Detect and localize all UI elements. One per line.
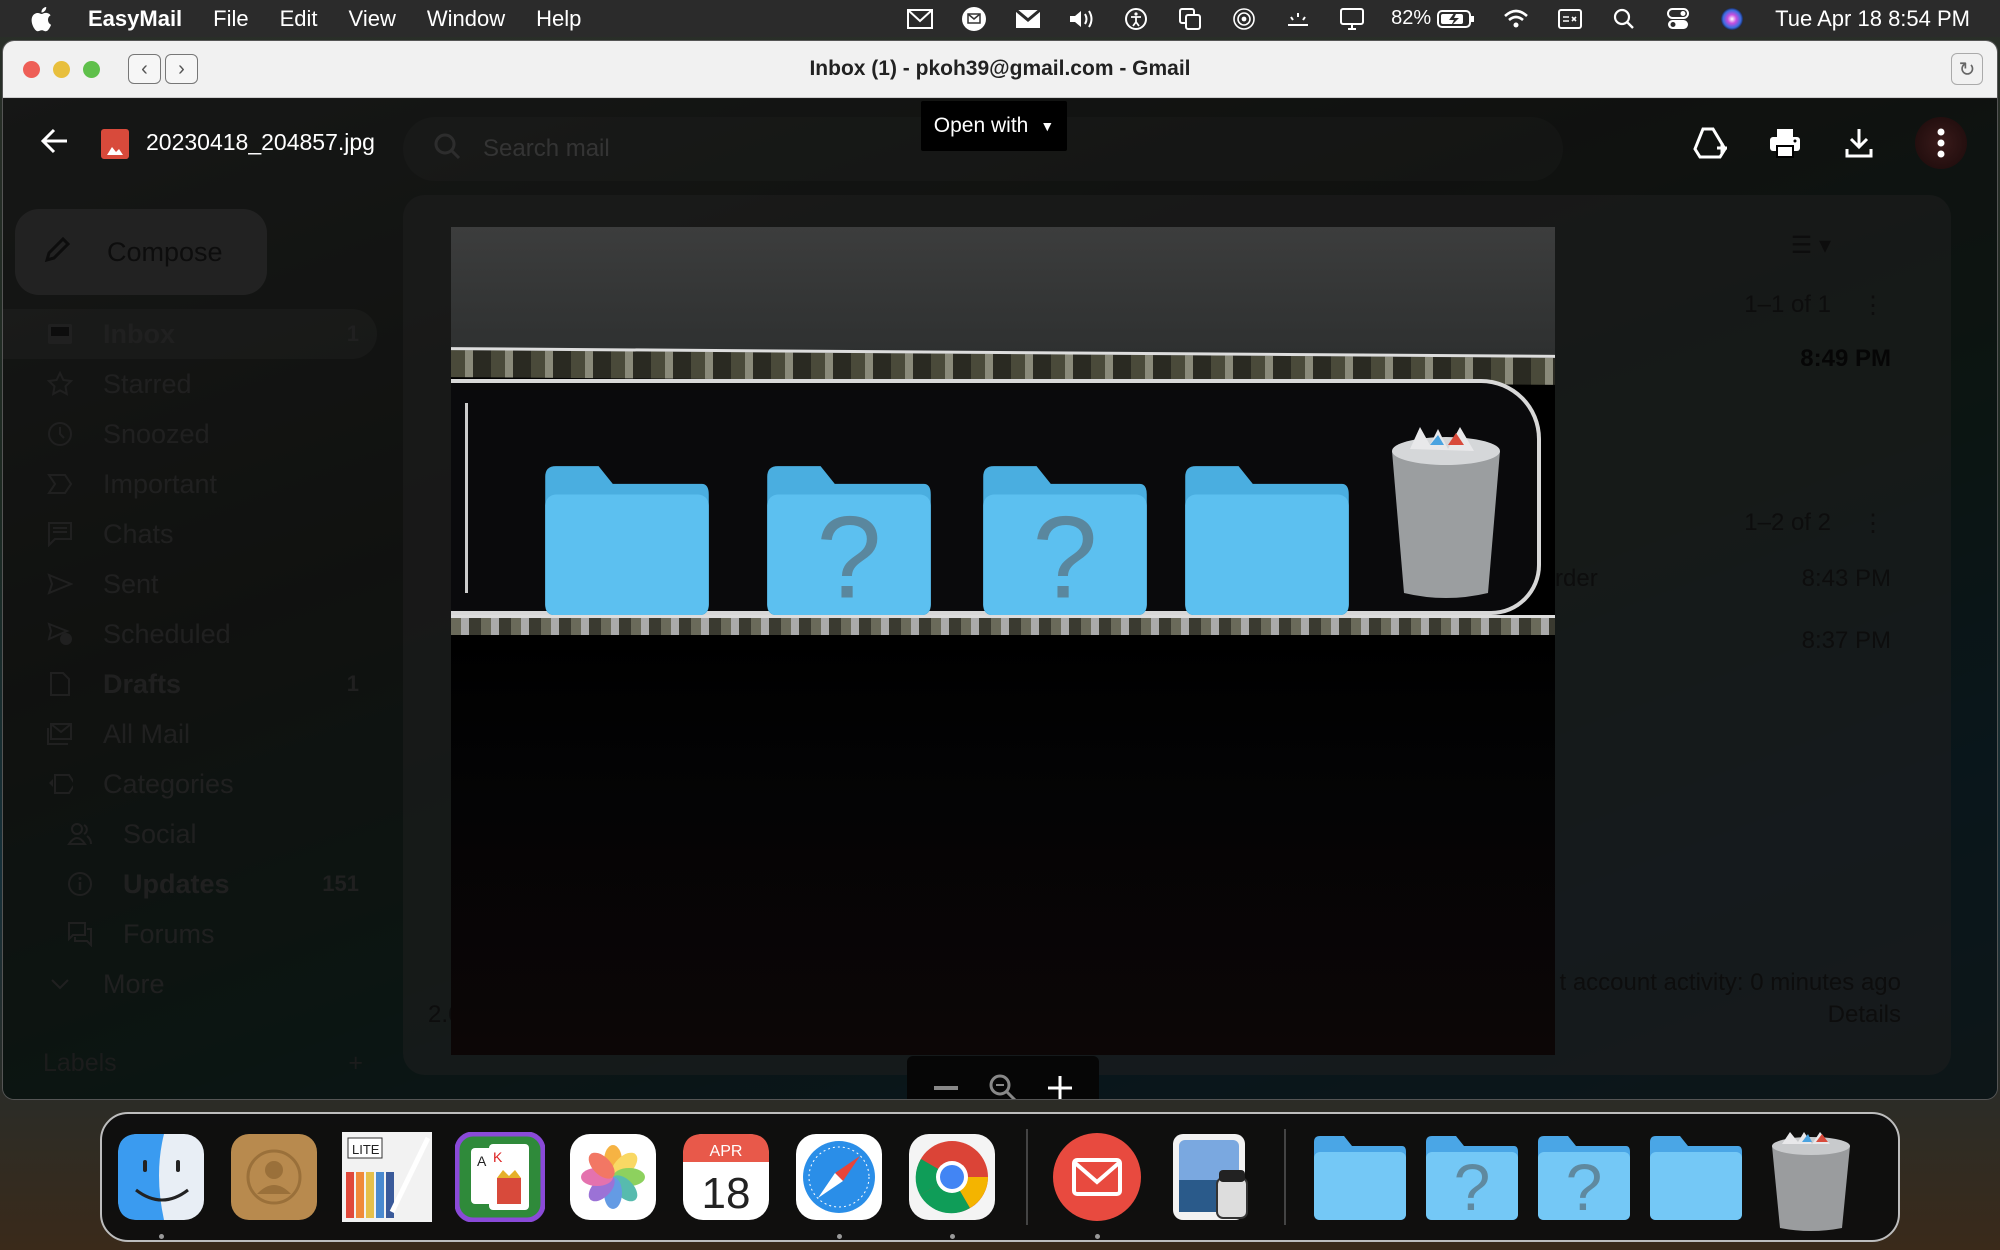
open-with-label: Open with (933, 114, 1029, 137)
wifi-icon[interactable] (1501, 6, 1531, 32)
menu-edit[interactable]: Edit (280, 6, 318, 32)
dock-finder[interactable] (116, 1132, 206, 1239)
svg-text:?: ? (1032, 492, 1097, 619)
dock-safari[interactable] (794, 1132, 884, 1239)
photo-missing-folder-icon: ? (751, 459, 947, 623)
minimize-window-button[interactable] (53, 60, 70, 78)
dock: LITE AK APR 18 ?? (100, 1112, 1900, 1242)
running-indicator (1095, 1234, 1100, 1239)
control-center-icon[interactable] (1663, 6, 1693, 32)
svg-text:?: ? (816, 492, 881, 619)
close-window-button[interactable] (23, 60, 40, 78)
menu-help[interactable]: Help (536, 6, 581, 32)
calendar-day: 18 (702, 1169, 751, 1218)
airdrop-icon[interactable] (1229, 6, 1259, 32)
gmail-icon[interactable] (1013, 6, 1043, 32)
menu-app-name[interactable]: EasyMail (88, 6, 182, 32)
zoom-out-icon[interactable] (926, 1068, 966, 1099)
brightness-icon[interactable] (1283, 6, 1313, 32)
photo-wallpaper-strip-bottom (451, 615, 1555, 635)
add-to-drive-icon[interactable] (1693, 125, 1729, 161)
svg-text:?: ? (1566, 1150, 1603, 1222)
mail-circle-icon[interactable] (959, 6, 989, 32)
dock-calendar[interactable]: APR 18 (681, 1132, 771, 1222)
menu-bar: EasyMail File Edit View Window Help 82% … (0, 0, 2000, 37)
calendar-month: APR (710, 1143, 743, 1160)
menu-window[interactable]: Window (427, 6, 505, 32)
print-icon[interactable] (1767, 125, 1803, 161)
dock-separator (1026, 1129, 1028, 1225)
browser-window: ‹ › Inbox (1) - pkoh39@gmail.com - Gmail… (2, 40, 1998, 1100)
mail-outline-icon[interactable] (905, 6, 935, 32)
spotlight-search-icon[interactable] (1609, 6, 1639, 32)
menu-file[interactable]: File (213, 6, 248, 32)
dock-missing-folder-icon[interactable]: ? (1534, 1132, 1634, 1224)
volume-icon[interactable] (1067, 6, 1097, 32)
reload-button[interactable]: ↻ (1951, 53, 1983, 85)
zoom-controls (907, 1056, 1099, 1099)
zoom-reset-icon[interactable] (983, 1068, 1023, 1099)
charts-lite-badge: LITE (352, 1142, 380, 1157)
dock-charts-lite[interactable]: LITE (342, 1132, 432, 1222)
image-file-icon (101, 129, 129, 159)
status-area: 82% Tue Apr 18 8:54 PM (881, 0, 1970, 37)
svg-text:K: K (493, 1149, 503, 1165)
dock-separator (1284, 1129, 1286, 1225)
battery-percent: 82% (1391, 7, 1432, 29)
photo-dock-edge (465, 403, 468, 593)
dock-trash[interactable] (1766, 1132, 1856, 1231)
svg-text:?: ? (1454, 1150, 1491, 1222)
photo-dark-area (451, 635, 1555, 1055)
siri-icon[interactable] (1717, 6, 1747, 32)
download-icon[interactable] (1841, 125, 1877, 161)
apple-menu-icon[interactable] (30, 6, 54, 32)
dock-easymail[interactable] (1052, 1132, 1142, 1239)
open-with-dropdown[interactable]: Open with ▼ (921, 101, 1067, 151)
keyboard-input-icon[interactable] (1555, 6, 1585, 32)
running-indicator (837, 1234, 842, 1239)
more-options-icon[interactable] (1915, 117, 1967, 169)
photo-screen-top (451, 227, 1555, 355)
window-controls (23, 60, 100, 78)
caret-down-icon: ▼ (1040, 118, 1055, 134)
photo-trash-icon (1386, 423, 1506, 601)
forward-button[interactable]: › (165, 54, 198, 84)
running-indicator (159, 1234, 164, 1239)
photo-folder-icon (1169, 459, 1365, 619)
photo-folder-icon (529, 459, 725, 619)
close-viewer-arrow-icon[interactable] (37, 123, 73, 159)
photo-dock: ?? (451, 379, 1541, 623)
title-bar: ‹ › Inbox (1) - pkoh39@gmail.com - Gmail… (3, 41, 1997, 98)
dock-contacts[interactable] (229, 1132, 319, 1222)
file-name: 20230418_204857.jpg (146, 129, 375, 155)
back-button[interactable]: ‹ (128, 54, 161, 84)
attachment-photo: ?? (451, 227, 1555, 1055)
dock-folder-icon[interactable] (1310, 1132, 1410, 1222)
dock-photos[interactable] (568, 1132, 658, 1222)
menu-clock[interactable]: Tue Apr 18 8:54 PM (1775, 6, 1970, 32)
zoom-in-icon[interactable] (1040, 1068, 1080, 1099)
display-icon[interactable] (1337, 6, 1367, 32)
menu-view[interactable]: View (349, 6, 396, 32)
dock-preview[interactable] (1165, 1132, 1255, 1222)
battery-charging-icon[interactable] (1437, 6, 1477, 32)
svg-text:A: A (477, 1153, 487, 1169)
accessibility-icon[interactable] (1121, 6, 1151, 32)
photo-missing-folder-icon: ? (967, 459, 1163, 623)
window-stack-icon[interactable] (1175, 6, 1205, 32)
dock-missing-folder-icon[interactable]: ? (1422, 1132, 1522, 1224)
dock-chrome[interactable] (907, 1132, 997, 1239)
dock-folder-icon[interactable] (1646, 1132, 1746, 1222)
running-indicator (950, 1234, 955, 1239)
dock-solitaire[interactable]: AK (454, 1131, 546, 1223)
maximize-window-button[interactable] (83, 60, 100, 78)
window-title: Inbox (1) - pkoh39@gmail.com - Gmail (809, 57, 1191, 80)
